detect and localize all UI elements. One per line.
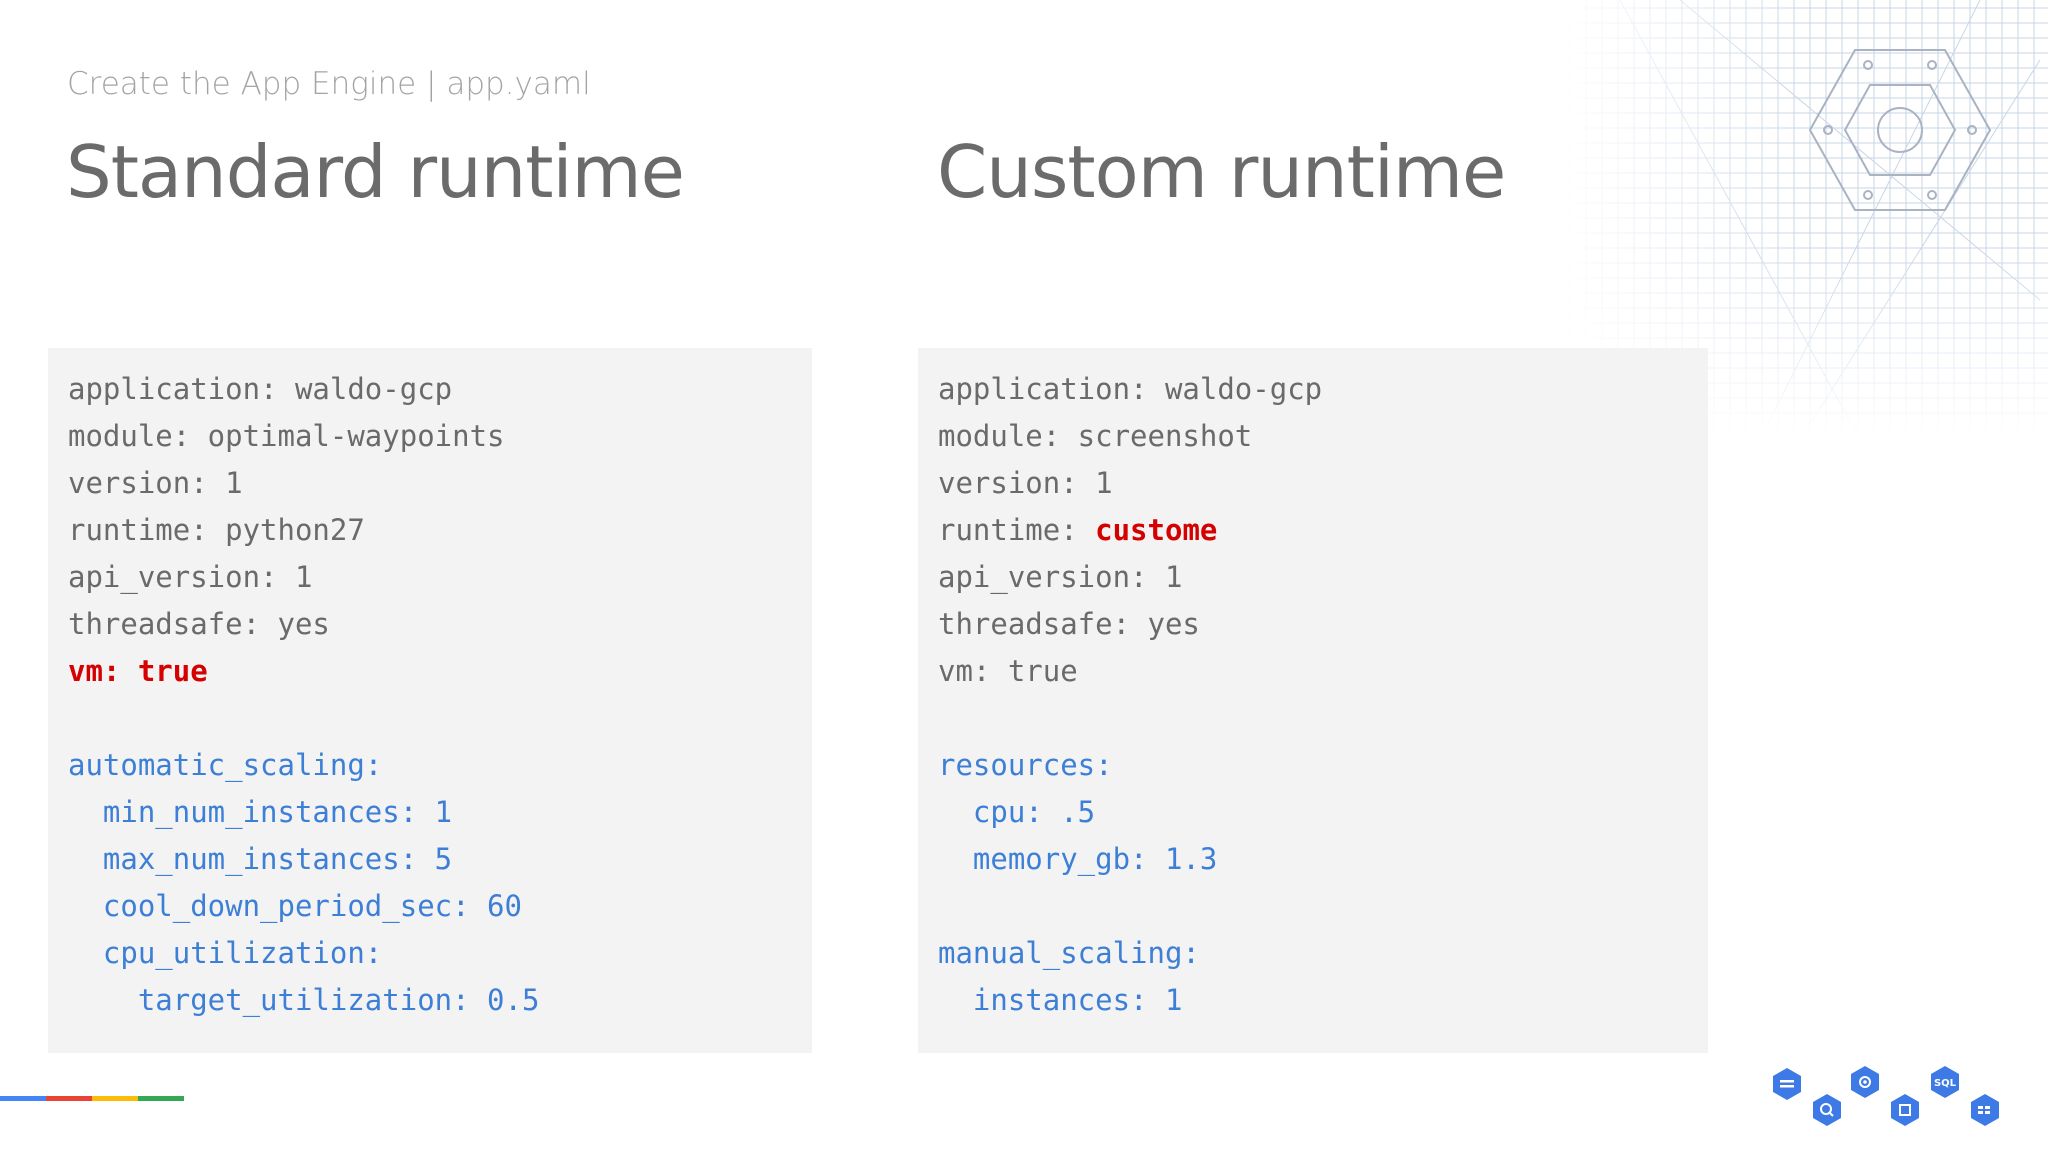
brand-color-bar [0,1096,184,1101]
service-icons-cluster: SQL [1773,1066,1999,1126]
code-line: min_num_instances: 1 [68,795,453,829]
runtime-value-highlighted: custome [1095,513,1218,547]
code-line: vm: true [938,654,1078,688]
code-line: application: waldo-gcp [68,372,453,406]
code-line: target_utilization: 0.5 [68,983,540,1017]
cloud-sql-label: SQL [1934,1078,1957,1089]
cloud-sql-icon: SQL [1931,1066,1959,1098]
code-line: max_num_instances: 5 [68,842,453,876]
code-line: manual_scaling: [938,936,1200,970]
standard-runtime-code-panel: application: waldo-gcp module: optimal-w… [48,348,812,1053]
bigquery-icon [1813,1094,1841,1126]
code-line: version: 1 [938,466,1113,500]
code-line: cpu_utilization: [68,936,383,970]
compute-engine-icon [1891,1094,1919,1126]
dataproc-icon [1971,1094,1999,1126]
code-line-runtime: runtime: custome [938,507,1708,554]
code-line: api_version: 1 [68,560,313,594]
code-line: resources: [938,748,1113,782]
code-line: automatic_scaling: [68,748,383,782]
slide-subtitle: Create the App Engine | app.yaml [67,66,591,102]
bar-segment-yellow [92,1096,138,1101]
code-line: threadsafe: yes [68,607,330,641]
code-line: application: waldo-gcp [938,372,1323,406]
bar-segment-green [138,1096,184,1101]
pubsub-icon [1851,1066,1879,1098]
code-line: module: optimal-waypoints [68,419,505,453]
code-line: instances: 1 [938,983,1183,1017]
code-line: version: 1 [68,466,243,500]
code-line: cool_down_period_sec: 60 [68,889,522,923]
storage-icon [1773,1068,1801,1100]
runtime-key: runtime: [938,513,1096,547]
code-line: module: screenshot [938,419,1253,453]
standard-runtime-heading: Standard runtime [66,130,685,214]
custom-runtime-code-panel: application: waldo-gcp module: screensho… [918,348,1708,1053]
custom-runtime-heading: Custom runtime [937,130,1506,214]
bar-segment-blue [0,1096,46,1101]
code-line: threadsafe: yes [938,607,1200,641]
cloud-platform-hexagon-logo [1808,49,1992,211]
bar-segment-red [46,1096,92,1101]
code-line: runtime: python27 [68,513,365,547]
code-line: api_version: 1 [938,560,1183,594]
code-line-highlighted: vm: true [68,654,208,688]
code-line: memory_gb: 1.3 [938,842,1218,876]
code-line: cpu: .5 [938,795,1096,829]
